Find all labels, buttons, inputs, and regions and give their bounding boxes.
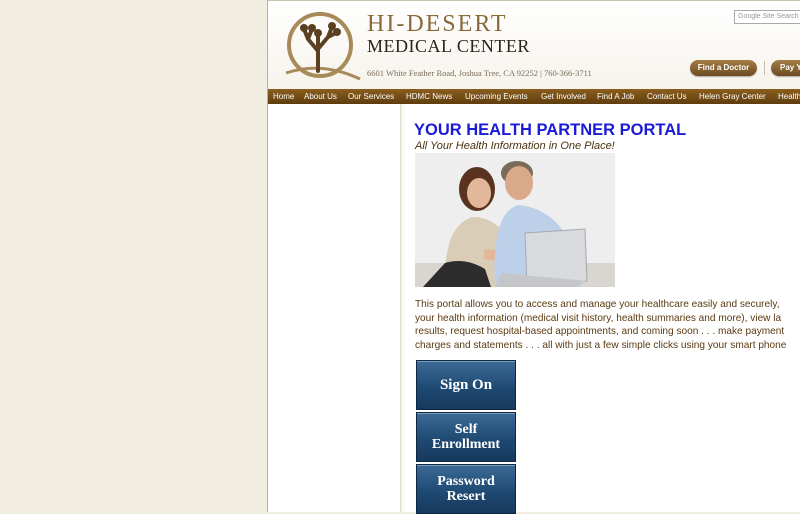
address-text: 6601 White Feather Road, Joshua Tree, CA… — [367, 68, 592, 78]
nav-item-hdmc-news[interactable]: HDMC News — [406, 89, 452, 104]
find-doctor-button[interactable]: Find a Doctor — [690, 60, 757, 76]
nav-item-our-services[interactable]: Our Services — [348, 89, 394, 104]
description-line: This portal allows you to access and man… — [415, 299, 780, 310]
self-enrollment-button[interactable]: Self Enrollment — [416, 412, 516, 462]
password-reset-button[interactable]: Password Resert — [416, 464, 516, 514]
page-subtitle: All Your Health Information in One Place… — [415, 140, 615, 152]
header-button-divider — [764, 61, 765, 75]
couple-laptop-photo — [415, 153, 615, 287]
nav-item-home[interactable]: Home — [273, 89, 294, 104]
sign-on-button[interactable]: Sign On — [416, 360, 516, 410]
nav-item-contact-us[interactable]: Contact Us — [647, 89, 687, 104]
nav-item-health[interactable]: Health — [778, 89, 800, 104]
description-line: your health information (medical visit h… — [415, 312, 782, 324]
nav-item-helen-gray-center[interactable]: Helen Gray Center — [699, 89, 766, 104]
portal-description: This portal allows you to access and man… — [415, 298, 800, 352]
page-title: YOUR HEALTH PARTNER PORTAL — [414, 121, 687, 139]
org-name-line2: MEDICAL CENTER — [367, 36, 530, 56]
site-search-input[interactable]: Google Site Search — [734, 10, 800, 24]
site-header: HI-DESERT MEDICAL CENTER 6601 White Feat… — [268, 0, 800, 90]
nav-item-get-involved[interactable]: Get Involved — [541, 89, 586, 104]
nav-item-find-a-job[interactable]: Find A Job — [597, 89, 634, 104]
password-reset-label-line1: Password — [437, 474, 495, 489]
description-line: charges and statements . . . all with ju… — [415, 339, 787, 351]
password-reset-label-line2: Resert — [446, 489, 486, 504]
joshua-tree-logo-icon[interactable] — [282, 9, 362, 83]
nav-item-about-us[interactable]: About Us — [304, 89, 337, 104]
sign-on-label: Sign On — [439, 376, 493, 393]
self-enrollment-label-line1: Self — [454, 422, 478, 437]
self-enrollment-label-line2: Enrollment — [431, 437, 501, 452]
org-name-line1: HI-DESERT — [367, 11, 508, 37]
nav-item-upcoming-events[interactable]: Upcoming Events — [465, 89, 528, 104]
main-nav: Home About Us Our Services HDMC News Upc… — [268, 89, 800, 104]
pay-bill-button[interactable]: Pay Y — [771, 60, 800, 76]
left-sidebar — [268, 104, 401, 512]
description-line: results, request hospital-based appointm… — [415, 326, 785, 337]
